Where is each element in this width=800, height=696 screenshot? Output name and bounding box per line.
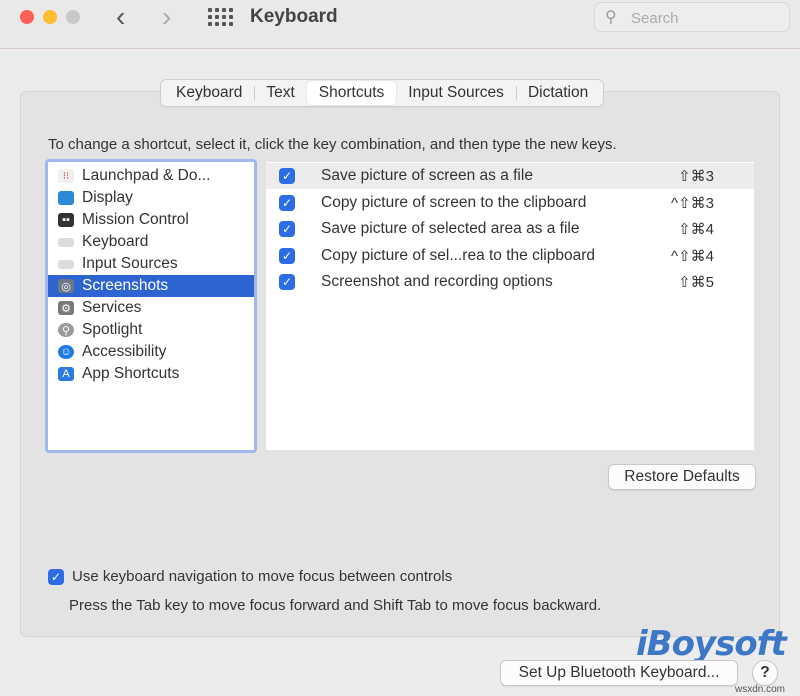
tab-input-sources[interactable]: Input Sources xyxy=(396,81,516,105)
category-display[interactable]: Display xyxy=(48,187,254,209)
category-list[interactable]: ⁝⁝ Launchpad & Do... Display ▪▪ Mission … xyxy=(45,159,257,453)
shortcut-row[interactable]: ✓ Screenshot and recording options ⇧⌘5 xyxy=(266,269,754,295)
shortcut-key[interactable]: ^⇧⌘3 xyxy=(671,194,714,212)
shortcut-row[interactable]: ✓ Copy picture of sel...rea to the clipb… xyxy=(266,243,754,269)
tab-text[interactable]: Text xyxy=(254,81,306,105)
keyboard-icon xyxy=(58,237,74,247)
app-shortcuts-icon: A xyxy=(58,367,74,381)
minimize-window-button[interactable] xyxy=(43,10,57,24)
shortcut-checkbox[interactable]: ✓ xyxy=(279,195,295,211)
accessibility-icon: ☺ xyxy=(58,345,74,359)
category-spotlight[interactable]: ⚲ Spotlight xyxy=(48,319,254,341)
zoom-window-button[interactable] xyxy=(66,10,80,24)
shortcut-label: Copy picture of sel...rea to the clipboa… xyxy=(321,247,595,264)
shortcut-row[interactable]: ✓ Save picture of screen as a file ⇧⌘3 xyxy=(266,163,754,189)
category-app-shortcuts[interactable]: A App Shortcuts xyxy=(48,363,254,385)
shortcut-key[interactable]: ⇧⌘3 xyxy=(678,167,714,185)
category-label: Input Sources xyxy=(82,255,178,272)
search-box[interactable]: ⚲ xyxy=(594,2,790,32)
tab-bar: Keyboard Text Shortcuts Input Sources Di… xyxy=(160,79,605,107)
shortcut-key[interactable]: ^⇧⌘4 xyxy=(671,247,714,265)
shortcut-checkbox[interactable]: ✓ xyxy=(279,221,295,237)
search-icon: ⚲ xyxy=(605,9,617,26)
keyboard-navigation-label: Use keyboard navigation to move focus be… xyxy=(72,568,453,585)
restore-defaults-button[interactable]: Restore Defaults xyxy=(608,464,756,490)
keyboard-navigation-checkbox[interactable]: ✓ xyxy=(48,568,64,585)
shortcut-label: Screenshot and recording options xyxy=(321,273,553,290)
close-window-button[interactable] xyxy=(20,10,34,24)
shortcut-checkbox[interactable]: ✓ xyxy=(279,168,295,184)
shortcut-checkbox[interactable]: ✓ xyxy=(279,274,295,290)
watermark-logo: iBoysoft xyxy=(636,624,787,664)
keyboard-navigation-option[interactable]: ✓ Use keyboard navigation to move focus … xyxy=(48,568,452,585)
shortcut-row[interactable]: ✓ Save picture of selected area as a fil… xyxy=(266,216,754,242)
category-label: App Shortcuts xyxy=(82,365,180,382)
gear-icon: ⚙ xyxy=(58,301,74,315)
setup-bluetooth-keyboard-button[interactable]: Set Up Bluetooth Keyboard... xyxy=(500,660,738,686)
shortcut-key[interactable]: ⇧⌘4 xyxy=(678,220,714,238)
forward-chevron-icon[interactable]: › xyxy=(162,2,171,32)
launchpad-icon: ⁝⁝ xyxy=(58,169,74,183)
category-label: Services xyxy=(82,299,142,316)
spotlight-icon: ⚲ xyxy=(58,323,74,337)
category-keyboard[interactable]: Keyboard xyxy=(48,231,254,253)
search-input[interactable] xyxy=(629,7,783,29)
category-label: Keyboard xyxy=(82,233,149,250)
help-button[interactable]: ? xyxy=(752,660,778,686)
shortcut-row[interactable]: ✓ Copy picture of screen to the clipboar… xyxy=(266,190,754,216)
category-label: Screenshots xyxy=(82,277,169,294)
shortcut-list[interactable]: ✓ Save picture of screen as a file ⇧⌘3 ✓… xyxy=(266,162,754,450)
category-label: Display xyxy=(82,189,133,206)
category-screenshots[interactable]: ◎ Screenshots xyxy=(48,275,254,297)
shortcut-key[interactable]: ⇧⌘5 xyxy=(678,273,714,291)
category-input-sources[interactable]: Input Sources xyxy=(48,253,254,275)
input-sources-icon xyxy=(58,259,74,269)
tab-dictation[interactable]: Dictation xyxy=(515,81,600,105)
site-watermark: wsxdn.com xyxy=(735,684,786,695)
title-bar: ‹ › Keyboard ⚲ xyxy=(0,0,800,49)
screenshots-icon: ◎ xyxy=(58,279,74,293)
window-title: Keyboard xyxy=(250,6,338,27)
show-all-grid-icon[interactable] xyxy=(208,8,233,26)
keyboard-navigation-hint: Press the Tab key to move focus forward … xyxy=(69,597,602,614)
category-accessibility[interactable]: ☺ Accessibility xyxy=(48,341,254,363)
shortcut-label: Save picture of screen as a file xyxy=(321,167,533,184)
category-label: Launchpad & Do... xyxy=(82,167,211,184)
back-chevron-icon[interactable]: ‹ xyxy=(116,2,125,32)
category-label: Spotlight xyxy=(82,321,143,338)
shortcut-label: Save picture of selected area as a file xyxy=(321,220,580,237)
category-mission-control[interactable]: ▪▪ Mission Control xyxy=(48,209,254,231)
category-launchpad-dock[interactable]: ⁝⁝ Launchpad & Do... xyxy=(48,165,254,187)
instruction-text: To change a shortcut, select it, click t… xyxy=(48,136,617,153)
tab-keyboard[interactable]: Keyboard xyxy=(164,81,254,105)
shortcut-checkbox[interactable]: ✓ xyxy=(279,248,295,264)
display-icon xyxy=(58,191,74,205)
category-label: Mission Control xyxy=(82,211,189,228)
category-services[interactable]: ⚙ Services xyxy=(48,297,254,319)
shortcut-label: Copy picture of screen to the clipboard xyxy=(321,194,587,211)
tab-shortcuts[interactable]: Shortcuts xyxy=(306,81,397,105)
category-label: Accessibility xyxy=(82,343,167,360)
mission-control-icon: ▪▪ xyxy=(58,213,74,227)
